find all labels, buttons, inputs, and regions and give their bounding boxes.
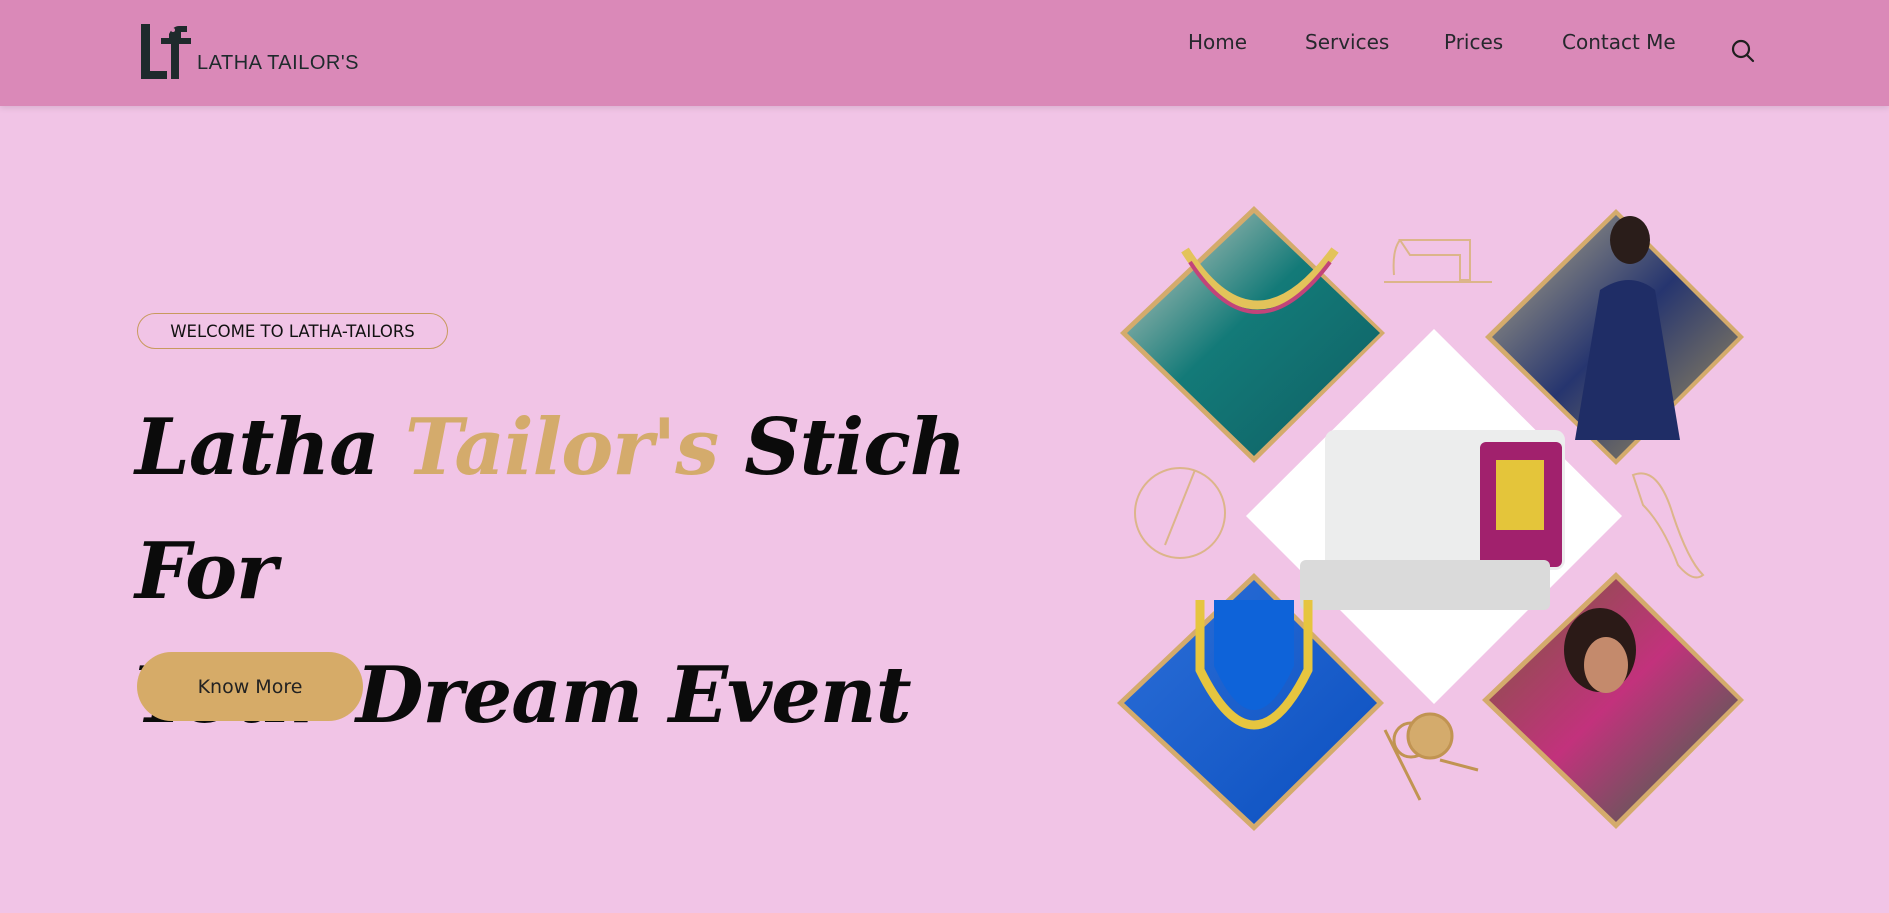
title-part-1: Latha [135, 402, 405, 493]
title-accent: Tailor's [404, 402, 719, 493]
search-icon[interactable] [1730, 38, 1756, 64]
top-left-photo [1120, 206, 1385, 463]
nav-prices[interactable]: Prices [1444, 30, 1503, 54]
welcome-badge: WELCOME TO LATHA-TAILORS [137, 313, 448, 349]
know-more-button[interactable]: Know More [137, 652, 363, 721]
center-photo [1246, 329, 1622, 704]
main-nav: Home Services Prices Contact Me [0, 30, 1889, 60]
site-header: LATHA TAILOR'S Home Services Prices Cont… [0, 0, 1889, 106]
bottom-right-photo [1482, 572, 1744, 829]
needle-thread-sketch-icon [1134, 467, 1226, 559]
scissors-button-icon [1383, 712, 1479, 801]
bottom-left-photo [1117, 573, 1384, 831]
sewing-machine-sketch-icon [1384, 239, 1492, 283]
measuring-tape-sketch-icon [1631, 472, 1705, 579]
top-right-photo [1485, 209, 1744, 465]
hero-title-line-1: Latha Tailor's Stich For [135, 386, 1035, 634]
nav-contact-me[interactable]: Contact Me [1562, 30, 1676, 54]
nav-services[interactable]: Services [1305, 30, 1389, 54]
nav-home[interactable]: Home [1188, 30, 1247, 54]
